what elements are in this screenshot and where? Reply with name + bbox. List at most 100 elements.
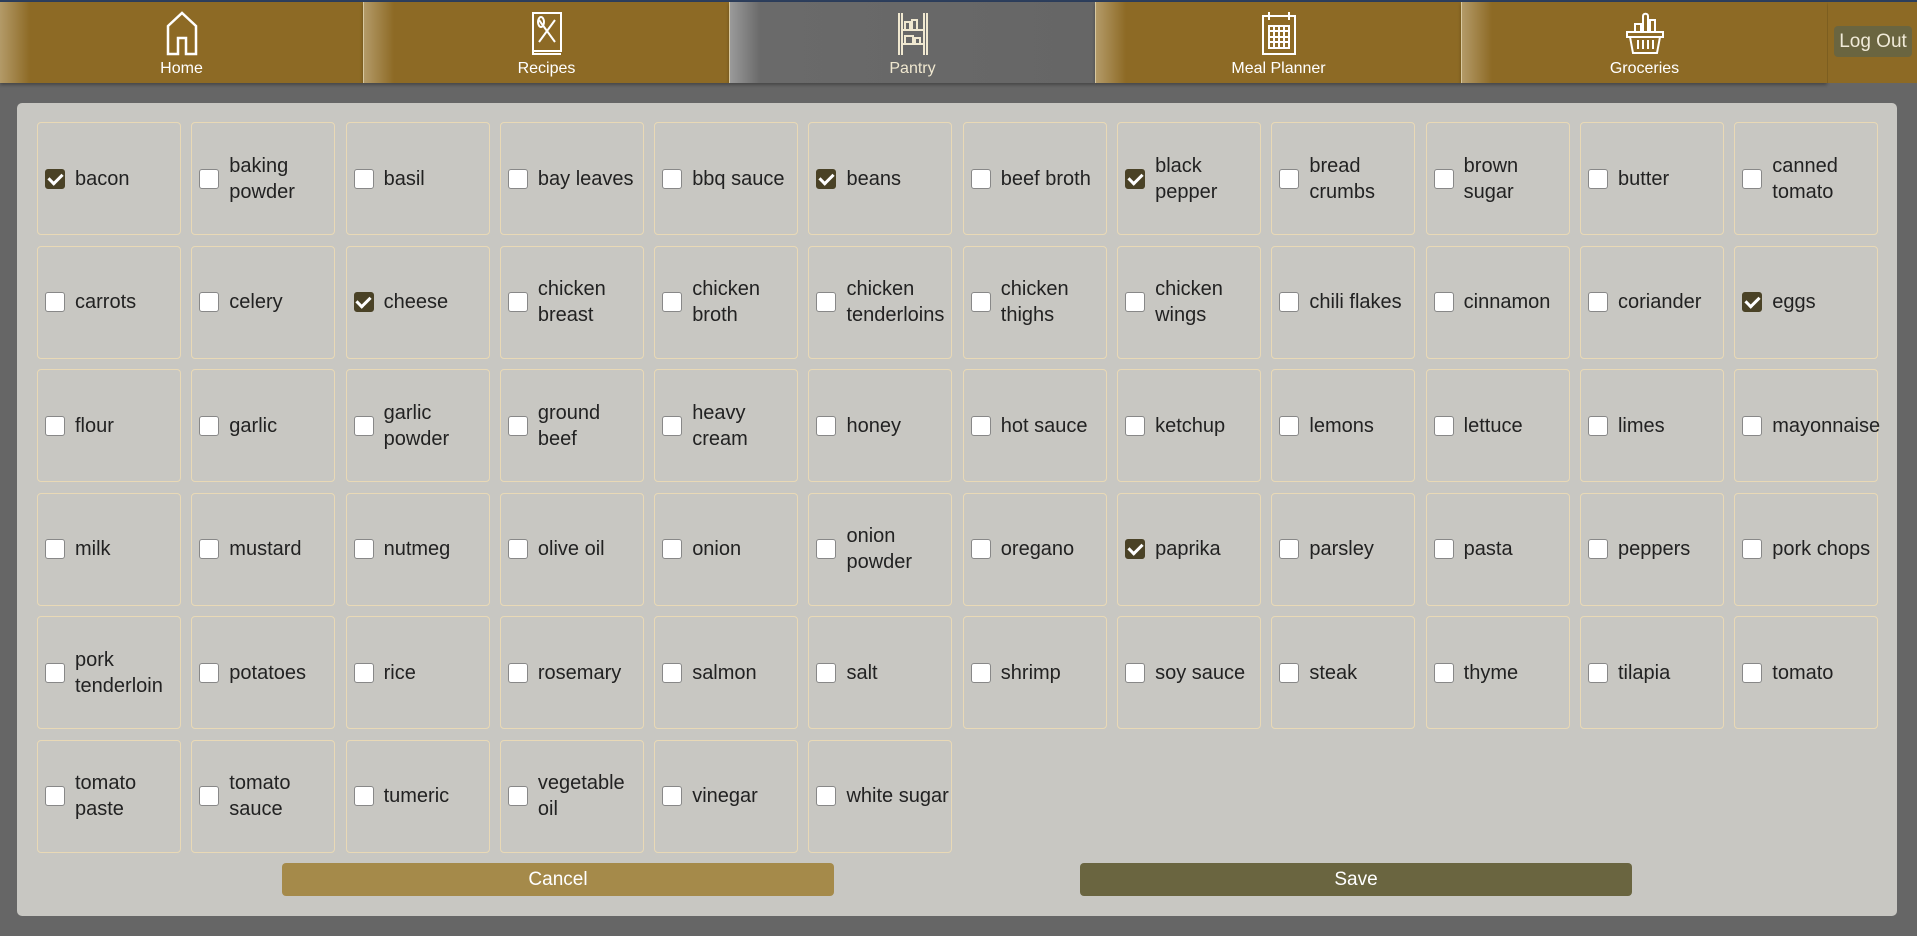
pantry-item-checkbox[interactable] xyxy=(816,662,837,683)
pantry-item[interactable]: milk xyxy=(37,492,181,606)
pantry-item-checkbox[interactable] xyxy=(662,662,683,683)
pantry-item[interactable]: beef broth xyxy=(962,122,1107,235)
pantry-item-checkbox[interactable] xyxy=(45,662,65,683)
pantry-item[interactable]: tilapia xyxy=(1579,616,1724,729)
pantry-item-checkbox[interactable] xyxy=(1587,662,1608,683)
pantry-item-checkbox[interactable] xyxy=(816,415,837,436)
pantry-item[interactable]: rice xyxy=(345,616,490,729)
pantry-item-checkbox[interactable] xyxy=(1125,662,1146,683)
pantry-item-checkbox[interactable] xyxy=(353,292,374,312)
pantry-item[interactable]: ground beef xyxy=(499,369,644,482)
pantry-item[interactable]: coriander xyxy=(1579,245,1724,359)
pantry-item-checkbox[interactable] xyxy=(1279,168,1300,189)
pantry-item-checkbox[interactable] xyxy=(199,292,220,312)
pantry-item-checkbox[interactable] xyxy=(353,786,374,806)
save-button[interactable]: Save xyxy=(1080,863,1632,896)
pantry-item-checkbox[interactable] xyxy=(353,168,374,189)
pantry-item[interactable]: steak xyxy=(1271,616,1416,729)
pantry-item[interactable]: tomato xyxy=(1734,616,1879,729)
pantry-item[interactable]: bay leaves xyxy=(499,122,644,235)
pantry-item[interactable]: salmon xyxy=(654,616,799,729)
pantry-item[interactable]: bbq sauce xyxy=(654,122,799,235)
pantry-item-checkbox[interactable] xyxy=(45,786,65,806)
pantry-item-checkbox[interactable] xyxy=(816,292,837,312)
pantry-item-checkbox[interactable] xyxy=(816,786,837,806)
pantry-item-checkbox[interactable] xyxy=(507,539,528,559)
pantry-item[interactable]: mayonnaise xyxy=(1734,369,1880,482)
pantry-item[interactable]: brown sugar xyxy=(1425,122,1570,235)
pantry-item-checkbox[interactable] xyxy=(970,292,991,312)
pantry-item[interactable]: chicken breast xyxy=(499,245,644,359)
pantry-item[interactable]: onion powder xyxy=(808,492,953,606)
pantry-item[interactable]: hot sauce xyxy=(962,369,1107,482)
pantry-item-checkbox[interactable] xyxy=(970,539,991,559)
pantry-item-checkbox[interactable] xyxy=(1433,662,1454,683)
pantry-item[interactable]: heavy cream xyxy=(654,369,799,482)
pantry-item-checkbox[interactable] xyxy=(507,168,528,189)
pantry-item-checkbox[interactable] xyxy=(816,168,837,189)
pantry-item-checkbox[interactable] xyxy=(816,539,837,559)
pantry-item[interactable]: flour xyxy=(37,369,181,482)
pantry-item-checkbox[interactable] xyxy=(199,168,220,189)
pantry-item-checkbox[interactable] xyxy=(199,786,220,806)
pantry-item[interactable]: potatoes xyxy=(191,616,336,729)
pantry-item-checkbox[interactable] xyxy=(45,168,65,189)
pantry-item-checkbox[interactable] xyxy=(1587,292,1608,312)
pantry-item[interactable]: nutmeg xyxy=(345,492,490,606)
pantry-item-checkbox[interactable] xyxy=(199,415,220,436)
pantry-item-checkbox[interactable] xyxy=(1125,292,1146,312)
pantry-item[interactable]: oregano xyxy=(962,492,1107,606)
pantry-item[interactable]: pasta xyxy=(1425,492,1570,606)
pantry-item-checkbox[interactable] xyxy=(1279,415,1300,436)
pantry-item[interactable]: lettuce xyxy=(1425,369,1570,482)
pantry-item[interactable]: salt xyxy=(808,616,953,729)
pantry-item[interactable]: mustard xyxy=(191,492,336,606)
pantry-item[interactable]: ketchup xyxy=(1117,369,1262,482)
pantry-item-checkbox[interactable] xyxy=(1742,292,1763,312)
pantry-item[interactable]: butter xyxy=(1579,122,1724,235)
pantry-item-checkbox[interactable] xyxy=(507,786,528,806)
pantry-item-checkbox[interactable] xyxy=(507,662,528,683)
pantry-item-checkbox[interactable] xyxy=(1125,168,1146,189)
pantry-item-checkbox[interactable] xyxy=(662,415,683,436)
pantry-item-checkbox[interactable] xyxy=(1279,539,1300,559)
pantry-item-checkbox[interactable] xyxy=(662,292,683,312)
pantry-item[interactable]: chicken thighs xyxy=(962,245,1107,359)
pantry-item-checkbox[interactable] xyxy=(662,168,683,189)
pantry-item[interactable]: cheese xyxy=(345,245,490,359)
pantry-item[interactable]: parsley xyxy=(1271,492,1416,606)
pantry-item[interactable]: lemons xyxy=(1271,369,1416,482)
tab-recipes[interactable]: Recipes xyxy=(363,2,729,83)
pantry-item-checkbox[interactable] xyxy=(970,415,991,436)
cancel-button[interactable]: Cancel xyxy=(282,863,834,896)
pantry-item[interactable]: canned tomato xyxy=(1734,122,1879,235)
pantry-item-checkbox[interactable] xyxy=(1125,415,1146,436)
pantry-item[interactable]: bread crumbs xyxy=(1271,122,1416,235)
pantry-item[interactable]: baking powder xyxy=(191,122,336,235)
pantry-item[interactable]: vegetable oil xyxy=(499,739,644,853)
pantry-item-checkbox[interactable] xyxy=(662,786,683,806)
pantry-item[interactable]: olive oil xyxy=(499,492,644,606)
pantry-item-checkbox[interactable] xyxy=(353,662,374,683)
pantry-item-checkbox[interactable] xyxy=(353,415,374,436)
pantry-item[interactable]: tomato paste xyxy=(37,739,181,853)
pantry-item[interactable]: basil xyxy=(345,122,490,235)
pantry-item[interactable]: rosemary xyxy=(499,616,644,729)
pantry-item-checkbox[interactable] xyxy=(1279,662,1300,683)
pantry-item[interactable]: tomato sauce xyxy=(191,739,336,853)
pantry-item[interactable]: celery xyxy=(191,245,336,359)
tab-pantry[interactable]: Pantry xyxy=(729,2,1095,83)
pantry-item-checkbox[interactable] xyxy=(507,292,528,312)
pantry-item-checkbox[interactable] xyxy=(970,168,991,189)
pantry-item-checkbox[interactable] xyxy=(45,415,65,436)
pantry-item-checkbox[interactable] xyxy=(662,539,683,559)
pantry-item-checkbox[interactable] xyxy=(45,292,65,312)
pantry-item[interactable]: garlic powder xyxy=(345,369,490,482)
pantry-item-checkbox[interactable] xyxy=(353,539,374,559)
pantry-item[interactable]: garlic xyxy=(191,369,336,482)
pantry-item-checkbox[interactable] xyxy=(1433,168,1454,189)
pantry-item[interactable]: honey xyxy=(808,369,953,482)
pantry-item-checkbox[interactable] xyxy=(1742,662,1763,683)
pantry-item[interactable]: shrimp xyxy=(962,616,1107,729)
pantry-item[interactable]: tumeric xyxy=(345,739,490,853)
